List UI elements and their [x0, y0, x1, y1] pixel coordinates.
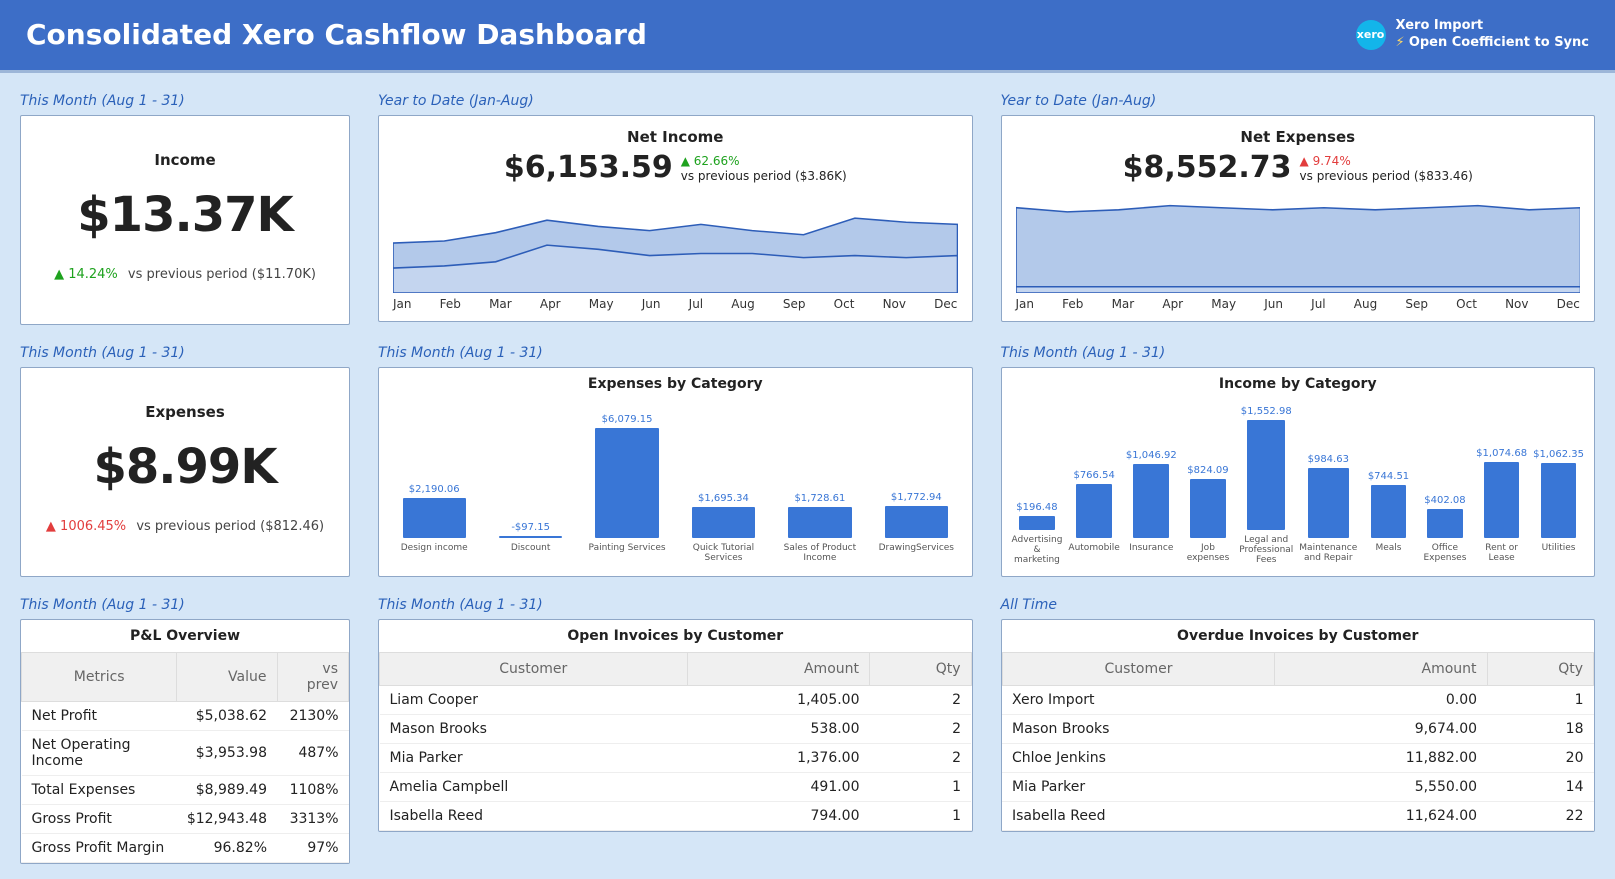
income-section: This Month (Aug 1 - 31) Income $13.37K ▲…: [20, 93, 350, 325]
table-row[interactable]: Mia Parker1,376.002: [380, 743, 972, 772]
bar-col: $6,079.15Painting Services: [582, 398, 672, 566]
bar-col: $1,728.61Sales of Product Income: [775, 398, 865, 566]
table-row[interactable]: Xero Import0.001: [1002, 685, 1594, 714]
pnl-section: This Month (Aug 1 - 31) P&L Overview Met…: [20, 597, 350, 864]
chart-title: Net Income: [393, 128, 958, 146]
pnl-table: MetricsValuevs prevNet Profit$5,038.6221…: [21, 652, 349, 863]
income-by-cat-section: This Month (Aug 1 - 31) Income by Catego…: [1001, 345, 1596, 577]
overdue-invoices-card: Overdue Invoices by Customer CustomerAmo…: [1001, 619, 1596, 832]
chart-title: Expenses by Category: [389, 376, 962, 392]
table-title: Overdue Invoices by Customer: [1002, 620, 1595, 652]
net-income-card: Net Income $6,153.59 ▲ 62.66% vs previou…: [378, 115, 973, 322]
table-row[interactable]: Mason Brooks538.002: [380, 714, 972, 743]
page-header: Consolidated Xero Cashflow Dashboard xer…: [0, 0, 1615, 73]
expenses-by-cat-section: This Month (Aug 1 - 31) Expenses by Cate…: [378, 345, 973, 577]
income-value: $13.37K: [77, 187, 292, 243]
table-row[interactable]: Net Operating Income$3,953.98487%: [22, 730, 349, 775]
net-expenses-value: $8,552.73: [1123, 150, 1292, 185]
xero-logo-icon: xero: [1356, 20, 1386, 50]
expenses-card: Expenses $8.99K ▲ 1006.45% vs previous p…: [20, 367, 350, 577]
table-row[interactable]: Chloe Jenkins11,882.0020: [1002, 743, 1594, 772]
chart-title: Income by Category: [1012, 376, 1585, 392]
table-row[interactable]: Liam Cooper1,405.002: [380, 685, 972, 714]
period-label: This Month (Aug 1 - 31): [20, 597, 350, 613]
open-invoices-table: CustomerAmountQtyLiam Cooper1,405.002Mas…: [379, 652, 972, 831]
table-row[interactable]: Gross Profit Margin96.82%97%: [22, 833, 349, 862]
table-row[interactable]: Amelia Campbell491.001: [380, 772, 972, 801]
lightning-icon: ⚡: [1396, 35, 1409, 50]
header-right: xero Xero Import ⚡ Open Coefficient to S…: [1356, 18, 1589, 52]
overdue-invoices-table: CustomerAmountQtyXero Import0.001Mason B…: [1002, 652, 1595, 831]
import-meta: Xero Import ⚡ Open Coefficient to Sync: [1396, 18, 1589, 52]
bar-col: $766.54Automobile: [1068, 398, 1119, 566]
bar-col: $1,074.68Rent or Lease: [1476, 398, 1527, 566]
open-invoices-card: Open Invoices by Customer CustomerAmount…: [378, 619, 973, 832]
period-label: This Month (Aug 1 - 31): [378, 345, 973, 361]
period-label: This Month (Aug 1 - 31): [1001, 345, 1596, 361]
table-row[interactable]: Gross Profit$12,943.483313%: [22, 804, 349, 833]
bar-col: $196.48Advertising & marketing: [1012, 398, 1063, 566]
net-income-value: $6,153.59: [504, 150, 673, 185]
net-expenses-card: Net Expenses $8,552.73 ▲ 9.74% vs previo…: [1001, 115, 1596, 322]
net-income-delta: ▲ 62.66% vs previous period ($3.86K): [681, 154, 847, 185]
bar-col: $984.63Maintenance and Repair: [1299, 398, 1357, 566]
bar-col: $1,552.98Legal and Professional Fees: [1239, 398, 1293, 566]
bar-col: $1,695.34Quick Tutorial Services: [678, 398, 768, 566]
table-row[interactable]: Net Profit$5,038.622130%: [22, 701, 349, 730]
table-title: P&L Overview: [21, 620, 349, 652]
expenses-section: This Month (Aug 1 - 31) Expenses $8.99K …: [20, 345, 350, 577]
x-axis-labels: JanFebMarAprMayJunJulAugSepOctNovDec: [393, 297, 958, 311]
net-expenses-section: Year to Date (Jan-Aug) Net Expenses $8,5…: [1001, 93, 1596, 325]
pnl-card: P&L Overview MetricsValuevs prevNet Prof…: [20, 619, 350, 864]
income-card: Income $13.37K ▲ 14.24% vs previous peri…: [20, 115, 350, 325]
period-label: Year to Date (Jan-Aug): [378, 93, 973, 109]
bar-col: $402.08Office Expenses: [1420, 398, 1470, 566]
period-label: This Month (Aug 1 - 31): [20, 345, 350, 361]
income-by-cat-card: Income by Category $196.48Advertising & …: [1001, 367, 1596, 577]
expenses-by-cat-card: Expenses by Category $2,190.06Design inc…: [378, 367, 973, 577]
net-income-section: Year to Date (Jan-Aug) Net Income $6,153…: [378, 93, 973, 325]
bar-col: $1,772.94DrawingServices: [871, 398, 961, 566]
table-row[interactable]: Mason Brooks9,674.0018: [1002, 714, 1594, 743]
page-title: Consolidated Xero Cashflow Dashboard: [26, 18, 647, 51]
sync-label[interactable]: Open Coefficient to Sync: [1409, 35, 1589, 50]
table-title: Open Invoices by Customer: [379, 620, 972, 652]
expenses-delta: ▲ 1006.45% vs previous period ($812.46): [46, 519, 324, 534]
income-title: Income: [154, 151, 215, 169]
bar-col: $2,190.06Design income: [389, 398, 479, 566]
table-row[interactable]: Total Expenses$8,989.491108%: [22, 775, 349, 804]
bar-col: $1,062.35Utilities: [1533, 398, 1584, 566]
period-label: All Time: [1001, 597, 1596, 613]
table-row[interactable]: Isabella Reed11,624.0022: [1002, 801, 1594, 830]
period-label: This Month (Aug 1 - 31): [378, 597, 973, 613]
period-label: This Month (Aug 1 - 31): [20, 93, 350, 109]
bar-col: $824.09Job expenses: [1183, 398, 1233, 566]
expenses-title: Expenses: [145, 403, 225, 421]
net-expenses-delta: ▲ 9.74% vs previous period ($833.46): [1300, 154, 1473, 185]
import-label: Xero Import: [1396, 18, 1484, 33]
period-label: Year to Date (Jan-Aug): [1001, 93, 1596, 109]
chart-title: Net Expenses: [1016, 128, 1581, 146]
expenses-value: $8.99K: [93, 439, 276, 495]
down-icon: ▲: [46, 519, 60, 534]
open-invoices-section: This Month (Aug 1 - 31) Open Invoices by…: [378, 597, 973, 864]
up-icon: ▲: [54, 267, 68, 282]
table-row[interactable]: Mia Parker5,550.0014: [1002, 772, 1594, 801]
overdue-invoices-section: All Time Overdue Invoices by Customer Cu…: [1001, 597, 1596, 864]
table-row[interactable]: Isabella Reed794.001: [380, 801, 972, 830]
bar-col: -$97.15Discount: [485, 398, 575, 566]
x-axis-labels: JanFebMarAprMayJunJulAugSepOctNovDec: [1016, 297, 1581, 311]
bar-col: $1,046.92Insurance: [1126, 398, 1177, 566]
bar-col: $744.51Meals: [1363, 398, 1413, 566]
income-delta: ▲ 14.24% vs previous period ($11.70K): [54, 267, 316, 282]
